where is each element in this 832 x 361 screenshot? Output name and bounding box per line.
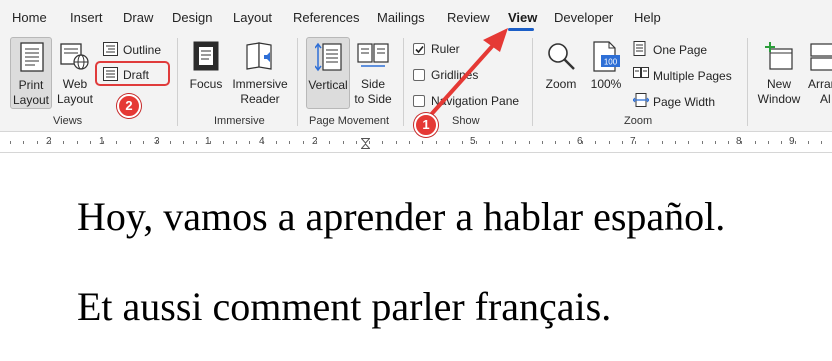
pointer-arrow bbox=[426, 28, 508, 120]
step-badge-1: 1 bbox=[414, 113, 438, 137]
